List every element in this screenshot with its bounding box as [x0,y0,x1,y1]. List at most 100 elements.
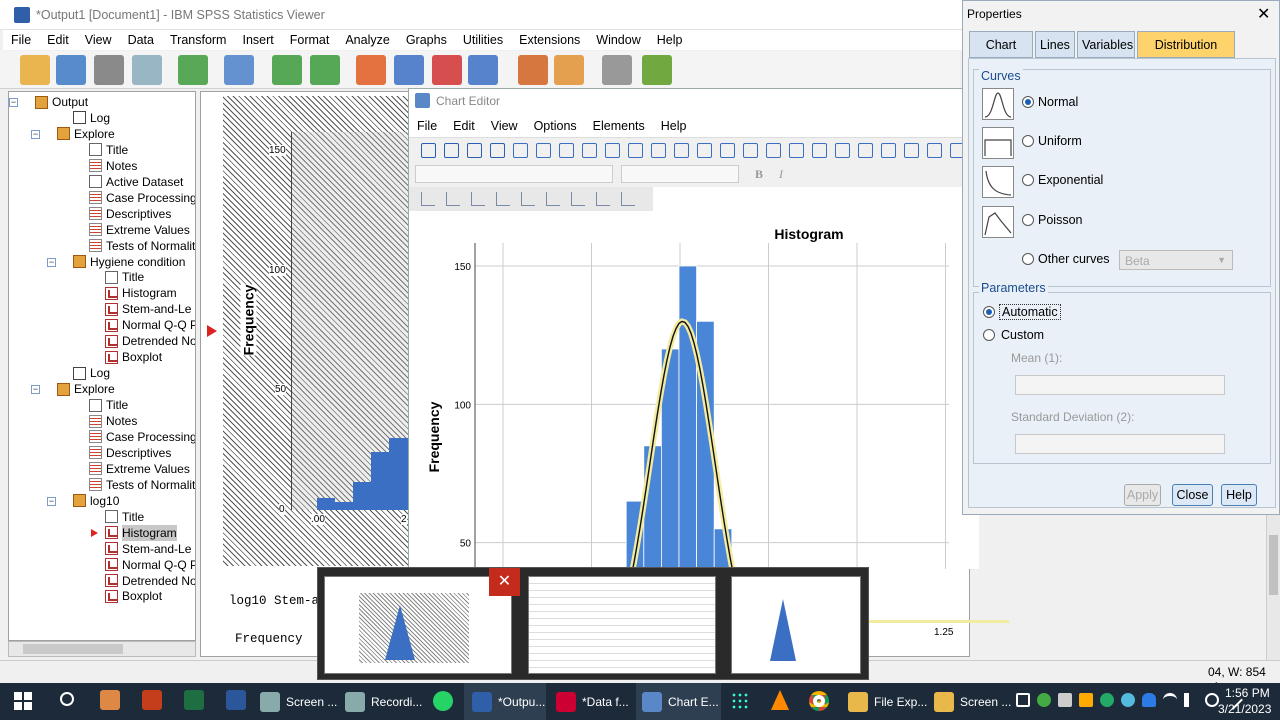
font-family-select[interactable] [415,165,613,183]
goto-data-icon[interactable] [356,55,386,85]
chat-icon[interactable] [1121,693,1135,707]
ce-tool-icon[interactable] [766,143,781,158]
ce-tool-icon[interactable] [743,143,758,158]
chart-canvas[interactable]: 50 100 150 Histogram Frequency [409,213,979,569]
tree-node[interactable]: Notes [89,413,137,429]
font-size-select[interactable] [621,165,739,183]
menu-window[interactable]: Window [588,30,648,50]
menu-utilities[interactable]: Utilities [455,30,511,50]
tab-chart-size[interactable]: Chart Size [969,31,1033,79]
excel-icon[interactable] [184,690,204,710]
open-icon[interactable] [20,55,50,85]
ce-tool-icon[interactable] [674,143,689,158]
radio-custom[interactable] [983,329,995,341]
ce-tool-icon[interactable] [789,143,804,158]
menu-edit[interactable]: Edit [39,30,77,50]
menu-extensions[interactable]: Extensions [511,30,588,50]
show-all-icon[interactable] [554,55,584,85]
outline-tree[interactable]: − Output Log − Explore Title Notes Active Datas… [8,91,196,641]
radio-uniform[interactable] [1022,135,1034,148]
ce-chart-type-icon[interactable] [421,192,435,206]
radio-other[interactable] [1022,252,1034,265]
apply-button[interactable]: Apply [1124,484,1161,506]
tree-node[interactable]: Histogram [105,524,177,541]
tree-toggle[interactable]: − [31,129,40,139]
tree-toggle[interactable]: − [47,496,56,506]
ce-chart-type-icon[interactable] [546,192,560,206]
ce-tool-icon[interactable] [881,143,896,158]
ce-tool-icon[interactable] [444,143,459,158]
taskbar-item[interactable]: *Outpu... [464,683,546,720]
taskbar-item[interactable]: Screen ... [934,683,1011,720]
preview-thumb-data[interactable] [528,576,716,674]
viewer-vscroll[interactable] [1266,515,1280,660]
ce-tool-icon[interactable] [628,143,643,158]
param-automatic[interactable]: Automatic [983,304,1061,320]
designate-window-icon[interactable] [642,55,672,85]
tree-node[interactable]: Detrended No [105,333,195,349]
ce-tool-icon[interactable] [559,143,574,158]
variables-icon[interactable] [468,55,498,85]
tab-variables[interactable]: Variables [1077,31,1135,58]
ce-chart-type-icon[interactable] [471,192,485,206]
taskbar-item[interactable]: Screen ... [260,683,337,720]
insert-output-icon[interactable] [518,55,548,85]
ce-tool-icon[interactable] [835,143,850,158]
ce-tool-icon[interactable] [605,143,620,158]
tree-toggle[interactable]: − [47,257,56,267]
goto-case-icon[interactable] [394,55,424,85]
radio-poisson[interactable] [1022,213,1034,226]
preview-thumb-output[interactable] [324,576,512,674]
tree-node[interactable]: Title [105,269,144,285]
ce-menu-edit[interactable]: Edit [445,116,483,136]
taskbar-item[interactable]: File Exp... [848,683,927,720]
tree-node[interactable]: Normal Q-Q P [105,557,195,573]
app-grid-icon[interactable] [731,692,749,710]
menu-graphs[interactable]: Graphs [398,30,455,50]
taskbar-item[interactable]: Recordi... [345,683,422,720]
curve-option-poisson[interactable]: Poisson [1022,213,1082,227]
taskbar-item[interactable]: *Data f... [556,683,629,720]
curve-option-exponential[interactable]: Exponential [1022,173,1103,187]
ce-tool-icon[interactable] [513,143,528,158]
ce-chart-type-icon[interactable] [621,192,635,206]
save-icon[interactable] [56,55,86,85]
curve-option-uniform[interactable]: Uniform [1022,134,1082,148]
menu-view[interactable]: View [77,30,120,50]
menu-format[interactable]: Format [282,30,338,50]
tree-node[interactable]: Explore [57,381,115,397]
search-icon[interactable] [60,692,74,706]
tab-lines[interactable]: Lines [1035,31,1075,58]
tab-distribution-curve[interactable]: Distribution Curve [1137,31,1235,79]
tree-node[interactable]: Histogram [105,285,177,301]
tree-node[interactable]: Extreme Values [89,222,190,238]
redo-icon[interactable] [310,55,340,85]
ce-tool-icon[interactable] [904,143,919,158]
cloud-icon[interactable] [1142,693,1156,707]
histogram-chart[interactable]: 50 100 150 Histogram Frequency [409,213,979,569]
whatsapp-icon[interactable] [433,691,453,711]
radio-exponential[interactable] [1022,174,1034,187]
ce-tool-icon[interactable] [490,143,505,158]
word-icon[interactable] [226,690,246,710]
tree-node[interactable]: Detrended No [105,573,195,589]
recall-dialog-icon[interactable] [224,55,254,85]
tree-node[interactable]: Tests of Normality [89,477,195,493]
clock-time[interactable]: 1:56 PM [1225,686,1270,700]
ce-chart-type-icon[interactable] [596,192,610,206]
powerpoint-icon[interactable] [142,690,162,710]
undo-icon[interactable] [272,55,302,85]
param-custom[interactable]: Custom [983,328,1044,342]
ce-tool-icon[interactable] [651,143,666,158]
menu-file[interactable]: File [3,30,39,50]
preview-thumb-chart-editor[interactable] [731,576,861,674]
ce-chart-type-icon[interactable] [496,192,510,206]
tree-node[interactable]: Active Dataset [89,174,183,190]
lock-icon[interactable] [1079,693,1093,707]
italic-button[interactable]: I [779,167,783,182]
clock-date[interactable]: 3/21/2023 [1218,702,1271,716]
ce-tool-icon[interactable] [858,143,873,158]
print-preview-icon[interactable] [132,55,162,85]
ce-tool-icon[interactable] [927,143,942,158]
tree-node[interactable]: log10 [73,493,119,509]
